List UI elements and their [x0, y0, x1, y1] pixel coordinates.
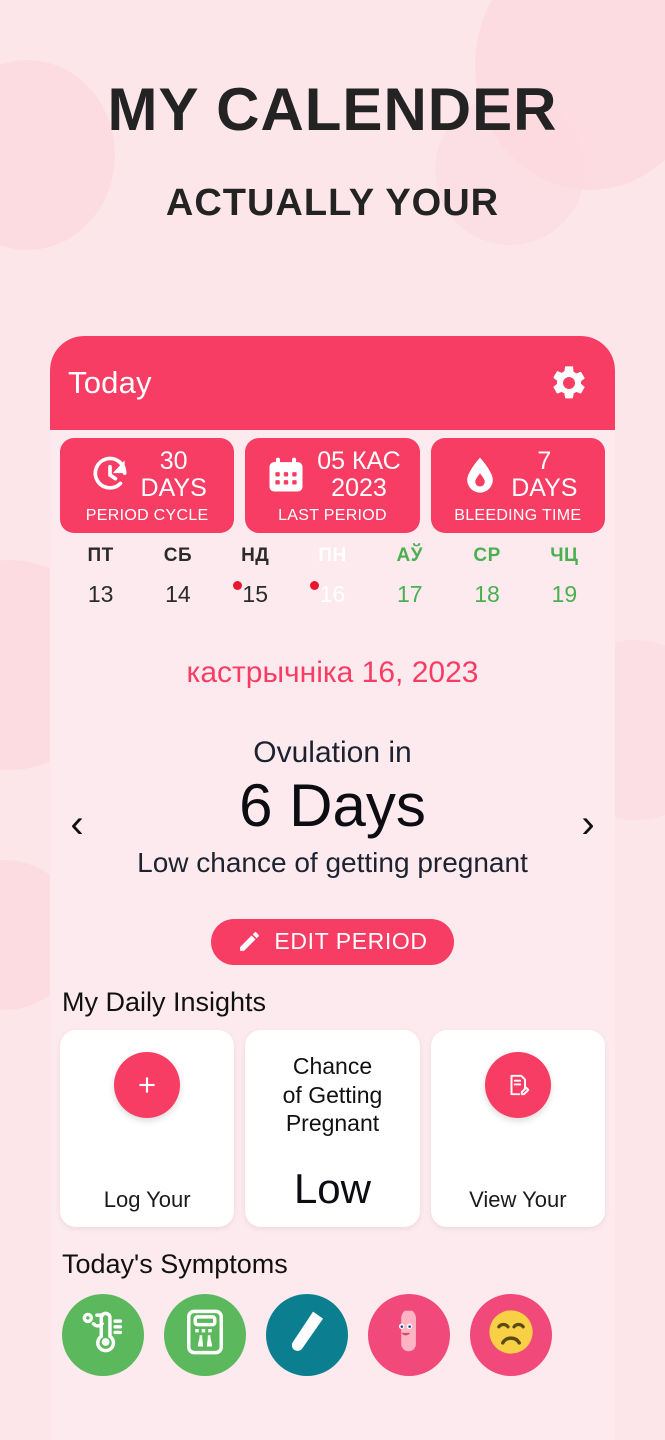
app-header: Today: [50, 336, 615, 430]
week-day-14[interactable]: СБ 14: [139, 545, 216, 608]
page-subtitle: ACTUALLY YOUR: [165, 182, 500, 224]
weekday-label: ПН: [318, 545, 347, 566]
chevron-right-icon[interactable]: ›: [571, 804, 605, 844]
edit-period-button[interactable]: EDIT PERIOD: [211, 918, 454, 965]
insight-heading-line2: of Getting: [282, 1081, 383, 1108]
condom-character-icon: [383, 1306, 435, 1363]
weekday-number: 17: [396, 581, 423, 607]
insights-title: My Daily Insights: [62, 986, 267, 1017]
weekday-number: 13: [87, 581, 114, 607]
symptom-weight-scale[interactable]: [164, 1293, 246, 1376]
stat-card-value: 30 DAYS: [141, 448, 207, 502]
weekday-label: СБ: [163, 545, 193, 566]
weekday-label: ПТ: [87, 545, 114, 566]
weekday-number: 14: [165, 581, 191, 607]
symptom-thermometer[interactable]: [62, 1293, 144, 1376]
symptom-condom[interactable]: [368, 1293, 450, 1376]
week-day-17[interactable]: АЎ 17: [371, 545, 448, 608]
week-day-15[interactable]: НД 15: [217, 545, 294, 608]
insight-card-value: Low: [293, 1164, 372, 1212]
edit-period-label: EDIT PERIOD: [274, 928, 428, 955]
note-edit-icon[interactable]: [484, 1051, 551, 1118]
weekday-label: НД: [241, 545, 270, 566]
blood-drop-icon: [458, 453, 502, 497]
stat-card-top: 05 КАС 2023: [253, 448, 411, 502]
ovulation-value: 6 Days: [239, 772, 426, 839]
ovulation-section: ‹ › Ovulation in 6 Days Low chance of ge…: [50, 736, 615, 879]
stat-card-bleeding-time[interactable]: 7 DAYS BLEEDING TIME: [430, 438, 605, 533]
weekday-label: ЧЦ: [550, 545, 579, 566]
weekday-number: 19: [551, 581, 578, 607]
phone-mockup: Today 30 DAYS PERIOD CYCLE 05 КАС 2023 L…: [50, 336, 615, 1440]
ovulation-label: Ovulation in: [253, 736, 412, 769]
period-dot: [309, 581, 319, 590]
stat-card-top: 7 DAYS: [439, 448, 597, 502]
app-header-title: Today: [68, 365, 152, 400]
weekday-number: 16: [319, 581, 346, 607]
insight-card-heading: Chance of Getting Pregnant: [283, 1052, 383, 1138]
stat-value-line2: DAYS: [511, 474, 578, 502]
gear-icon[interactable]: [549, 363, 589, 403]
test-strip-icon: [281, 1306, 333, 1363]
symptom-icons-row: [50, 1280, 615, 1376]
insight-card-view[interactable]: View Your: [430, 1029, 605, 1227]
week-day-13[interactable]: ПТ 13: [62, 545, 139, 608]
stat-card-label: LAST PERIOD: [278, 507, 387, 524]
symptoms-title: Today's Symptoms: [62, 1248, 288, 1279]
edit-period-wrap: EDIT PERIOD: [50, 918, 615, 965]
stat-value-line1: 30: [159, 447, 188, 475]
stat-card-value: 05 КАС 2023: [317, 448, 401, 502]
stat-value-line1: 7: [537, 447, 552, 475]
weekday-label: СР: [473, 545, 501, 566]
promo-headings: MY CALENDER ACTUALLY YOUR: [0, 76, 665, 224]
insight-card-caption: View Your: [469, 1186, 567, 1212]
thermometer-icon: [77, 1306, 129, 1363]
insight-heading-line3: Pregnant: [285, 1110, 380, 1137]
insight-card-log[interactable]: Log Your: [60, 1029, 235, 1227]
insight-heading-line1: Chance: [292, 1052, 373, 1079]
stat-card-value: 7 DAYS: [511, 448, 577, 502]
insight-card-caption: Log Your: [103, 1186, 191, 1212]
week-day-18[interactable]: СР 18: [448, 545, 525, 608]
pregnancy-chance-text: Low chance of getting pregnant: [137, 846, 528, 878]
stat-value-line1: 05 КАС: [317, 447, 401, 475]
weekday-label: АЎ: [396, 545, 424, 566]
sad-face-icon: [485, 1306, 537, 1363]
symptom-test-strip[interactable]: [266, 1293, 348, 1376]
weekday-number: 15: [242, 581, 268, 607]
stat-value-line2: 2023: [331, 474, 387, 502]
symptom-sad-face[interactable]: [470, 1293, 552, 1376]
week-day-16-selected[interactable]: ПН 16: [294, 545, 371, 608]
promo-page: MY CALENDER ACTUALLY YOUR Today 30 DAYS …: [0, 0, 665, 1440]
week-day-19[interactable]: ЧЦ 19: [526, 545, 603, 608]
weight-scale-icon: [179, 1306, 231, 1363]
week-strip: ПТ 13 СБ 14 НД 15 ПН 16 АЎ 17 СР 18 ЧЦ 1…: [50, 533, 615, 608]
stat-value-line2: DAYS: [140, 474, 207, 502]
page-title: MY CALENDER: [107, 76, 558, 143]
period-dot: [232, 581, 242, 590]
stat-card-top: 30 DAYS: [68, 448, 226, 502]
insight-cards: Log Your Chance of Getting Pregnant Low: [50, 1018, 615, 1227]
stat-cards: 30 DAYS PERIOD CYCLE 05 КАС 2023 LAST PE…: [50, 430, 615, 533]
stat-card-period-cycle[interactable]: 30 DAYS PERIOD CYCLE: [60, 438, 235, 533]
chevron-left-icon[interactable]: ‹: [60, 804, 94, 844]
stat-card-label: PERIOD CYCLE: [85, 507, 209, 524]
weekday-number: 18: [474, 581, 500, 607]
pencil-icon: [237, 929, 262, 954]
cycle-clock-icon: [88, 453, 132, 497]
plus-icon[interactable]: [114, 1051, 181, 1118]
selected-date: кастрычніка 16, 2023: [186, 656, 479, 689]
stat-card-last-period[interactable]: 05 КАС 2023 LAST PERIOD: [245, 438, 420, 533]
calendar-icon: [264, 453, 308, 497]
stat-card-label: BLEEDING TIME: [454, 507, 582, 524]
insight-card-pregnancy-chance[interactable]: Chance of Getting Pregnant Low: [245, 1029, 420, 1227]
